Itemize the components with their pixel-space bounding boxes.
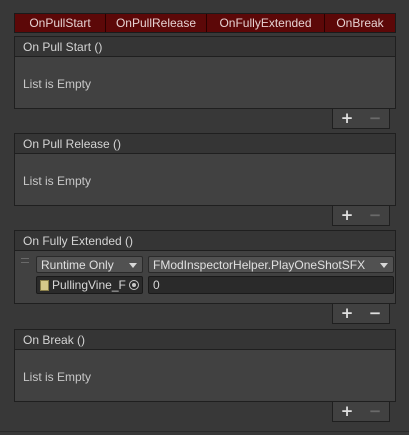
call-state-value: Runtime Only (41, 257, 114, 272)
function-dropdown[interactable]: FModInspectorHelper.PlayOneShotSFX (148, 256, 394, 273)
drag-handle-icon[interactable] (21, 258, 29, 263)
on-fully-extended-event: On Fully Extended () Runtime Only FModIn… (14, 230, 396, 324)
target-object-value: PullingVine_F (52, 278, 126, 292)
tab-on-pull-release[interactable]: OnPullRelease (106, 14, 207, 32)
on-pull-release-event: On Pull Release () List is Empty + − (14, 133, 396, 226)
on-pull-start-header: On Pull Start () (14, 36, 396, 56)
on-break-event: On Break () List is Empty + − (14, 329, 396, 422)
on-fully-extended-title: On Fully Extended () (23, 233, 134, 248)
on-fully-extended-list: Runtime Only FModInspectorHelper.PlayOne… (14, 250, 396, 304)
event-tab-bar: OnPullStart OnPullRelease OnFullyExtende… (14, 13, 396, 33)
on-break-list: List is Empty (14, 349, 396, 402)
on-break-title: On Break () (23, 332, 86, 347)
on-pull-release-header: On Pull Release () (14, 133, 396, 153)
script-file-icon (40, 279, 49, 291)
on-pull-start-list: List is Empty (14, 56, 396, 109)
add-listener-button[interactable]: + (341, 111, 354, 126)
function-value: FModInspectorHelper.PlayOneShotSFX (153, 257, 366, 272)
remove-listener-button[interactable]: − (369, 404, 382, 419)
tab-on-pull-start[interactable]: OnPullStart (15, 14, 106, 32)
call-state-dropdown[interactable]: Runtime Only (36, 256, 143, 273)
on-fully-extended-header: On Fully Extended () (14, 230, 396, 250)
remove-listener-button[interactable]: − (369, 111, 382, 126)
on-break-footer: + − (332, 402, 390, 422)
tab-on-break[interactable]: OnBreak (325, 14, 395, 32)
target-object-field[interactable]: PullingVine_F (36, 276, 143, 294)
on-pull-start-title: On Pull Start () (23, 39, 103, 54)
add-listener-button[interactable]: + (341, 208, 354, 223)
object-picker-icon[interactable] (129, 280, 139, 290)
on-pull-start-event: On Pull Start () List is Empty + − (14, 36, 396, 129)
list-empty-text: List is Empty (23, 77, 92, 91)
argument-value: 0 (153, 278, 160, 292)
on-pull-release-title: On Pull Release () (23, 136, 122, 151)
chevron-down-icon (380, 263, 388, 268)
on-pull-release-list: List is Empty (14, 153, 396, 206)
list-empty-text: List is Empty (23, 174, 92, 188)
chevron-down-icon (129, 263, 137, 268)
on-fully-extended-footer: + − (332, 304, 390, 324)
remove-listener-button[interactable]: − (369, 208, 382, 223)
add-listener-button[interactable]: + (341, 404, 354, 419)
on-pull-start-footer: + − (332, 109, 390, 129)
add-listener-button[interactable]: + (341, 306, 354, 321)
on-break-header: On Break () (14, 329, 396, 349)
on-pull-release-footer: + − (332, 206, 390, 226)
tab-on-fully-extended[interactable]: OnFullyExtended (207, 14, 325, 32)
remove-listener-button[interactable]: − (369, 306, 382, 321)
argument-field[interactable]: 0 (148, 276, 394, 294)
list-empty-text: List is Empty (23, 370, 92, 384)
divider (0, 431, 409, 432)
